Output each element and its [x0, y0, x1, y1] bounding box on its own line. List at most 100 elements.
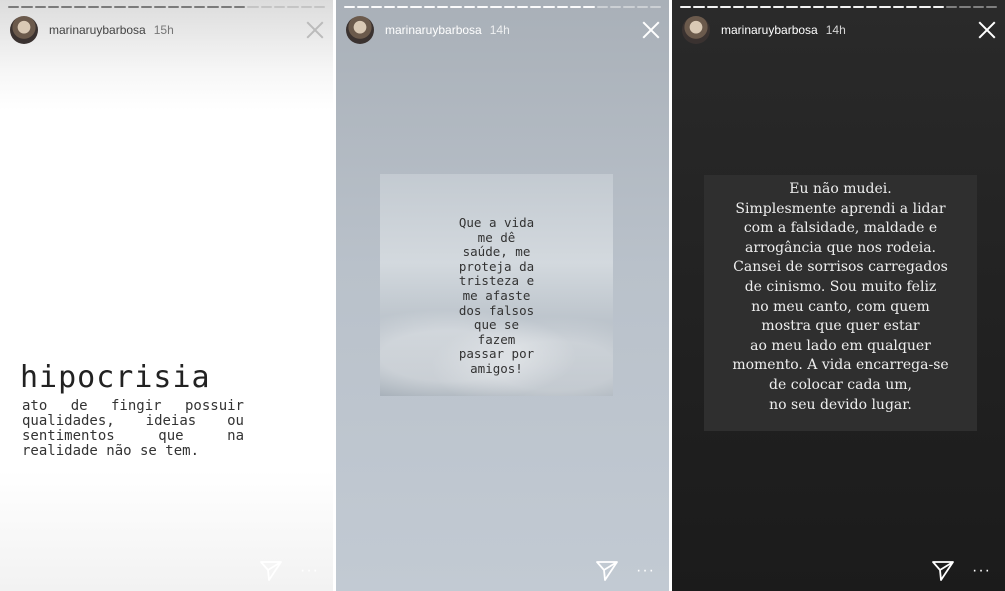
progress-segment	[773, 6, 785, 8]
more-icon[interactable]: ···	[972, 563, 991, 579]
progress-segment	[759, 6, 772, 8]
story-timestamp: 14h	[489, 23, 510, 37]
story-timestamp: 15h	[153, 23, 174, 37]
story-panel-1[interactable]: marinaruybarbosa 15h hipocrisia ato de f…	[0, 0, 333, 591]
quote-line: mostra que quer estar	[761, 318, 920, 335]
progress-segment	[234, 6, 246, 8]
progress-segment	[127, 6, 139, 8]
progress-segment	[247, 6, 259, 8]
quote-line: dos falsos	[458, 302, 535, 318]
progress-segment	[839, 6, 851, 8]
quote-line: tristeza e	[458, 273, 535, 289]
quote-line: Que a vida	[458, 215, 535, 230]
progress-segment	[154, 6, 166, 8]
close-icon[interactable]	[977, 20, 997, 40]
story-header: marinaruybarbosa 14h	[682, 15, 995, 45]
close-icon[interactable]	[641, 20, 661, 40]
close-icon[interactable]	[305, 20, 325, 40]
send-icon[interactable]	[932, 561, 954, 581]
progress-segment	[719, 6, 732, 8]
quote-line: me dê	[477, 229, 516, 245]
quote-line: arrogância que nos rodeia.	[744, 239, 937, 256]
username[interactable]: marinaruybarbosa	[385, 23, 482, 37]
progress-segment	[490, 6, 502, 8]
progress-segment	[543, 6, 555, 8]
story-header: marinaruybarbosa 15h	[10, 15, 323, 45]
story-quote: Eu não mudei. Simplesmente aprendi a lid…	[704, 180, 977, 415]
more-icon[interactable]: ···	[300, 563, 319, 579]
progress-segment	[450, 6, 462, 8]
story-progress-bar	[344, 6, 662, 8]
progress-segment	[959, 6, 971, 8]
quote-line: passar por	[458, 346, 535, 362]
progress-segment	[786, 6, 798, 8]
progress-segment	[34, 6, 46, 8]
progress-segment	[570, 6, 582, 8]
quote-line: fazem	[477, 331, 516, 347]
avatar[interactable]	[682, 16, 710, 44]
quote-line: com a falsidade, maldade e	[743, 220, 938, 237]
progress-segment	[693, 6, 705, 8]
username[interactable]: marinaruybarbosa	[721, 23, 818, 37]
progress-segment	[167, 6, 179, 8]
progress-segment	[140, 6, 153, 8]
progress-segment	[932, 6, 944, 8]
send-icon[interactable]	[260, 561, 282, 581]
story-title: hipocrisia	[20, 360, 211, 395]
progress-segment	[906, 6, 918, 8]
progress-segment	[383, 6, 396, 8]
progress-segment	[21, 6, 33, 8]
progress-segment	[344, 6, 356, 8]
progress-segment	[516, 6, 529, 8]
progress-segment	[370, 6, 382, 8]
quote-line: proteja da	[458, 258, 535, 274]
quote-line: ao meu lado em qualquer	[750, 337, 931, 354]
story-footer: ···	[260, 561, 319, 581]
progress-segment	[357, 6, 369, 8]
stories-viewer: marinaruybarbosa 15h hipocrisia ato de f…	[0, 0, 1005, 591]
story-panel-3[interactable]: marinaruybarbosa 14h Eu não mudei. Simpl…	[672, 0, 1005, 591]
progress-segment	[287, 6, 299, 8]
progress-segment	[879, 6, 891, 8]
progress-segment	[852, 6, 865, 8]
quote-line: Simplesmente aprendi a lidar	[735, 200, 946, 217]
progress-segment	[8, 6, 20, 8]
quote-line: Cansei de sorrisos carregados	[733, 259, 948, 276]
avatar[interactable]	[10, 16, 38, 44]
progress-segment	[423, 6, 436, 8]
story-header: marinaruybarbosa 14h	[346, 15, 659, 45]
progress-segment	[623, 6, 635, 8]
progress-segment	[680, 6, 692, 8]
more-icon[interactable]: ···	[636, 563, 655, 579]
progress-segment	[649, 6, 662, 8]
progress-segment	[410, 6, 422, 8]
quote-line: de cinismo. Sou muito feliz	[744, 278, 937, 295]
story-definition: ato de fingir possuir qualidades, ideias…	[22, 398, 244, 459]
story-progress-bar	[8, 6, 326, 8]
progress-segment	[207, 6, 219, 8]
quote-line: no seu devido lugar.	[769, 396, 912, 413]
story-footer: ···	[932, 561, 991, 581]
quote-line: Eu não mudei.	[789, 181, 892, 197]
quote-line: me afaste	[462, 287, 531, 303]
progress-segment	[260, 6, 272, 8]
progress-segment	[437, 6, 449, 8]
send-icon[interactable]	[596, 561, 618, 581]
progress-segment	[892, 6, 905, 8]
progress-segment	[812, 6, 825, 8]
story-quote: Que a vida me dê saúde, me proteja da tr…	[380, 215, 613, 377]
progress-segment	[733, 6, 745, 8]
progress-segment	[596, 6, 608, 8]
progress-segment	[503, 6, 515, 8]
progress-segment	[397, 6, 409, 8]
progress-segment	[74, 6, 86, 8]
progress-segment	[220, 6, 233, 8]
username[interactable]: marinaruybarbosa	[49, 23, 146, 37]
progress-segment	[47, 6, 60, 8]
story-panel-2[interactable]: marinaruybarbosa 14h Que a vida me dê sa…	[336, 0, 669, 591]
progress-segment	[826, 6, 838, 8]
progress-segment	[476, 6, 489, 8]
avatar[interactable]	[346, 16, 374, 44]
progress-segment	[945, 6, 958, 8]
progress-segment	[799, 6, 811, 8]
